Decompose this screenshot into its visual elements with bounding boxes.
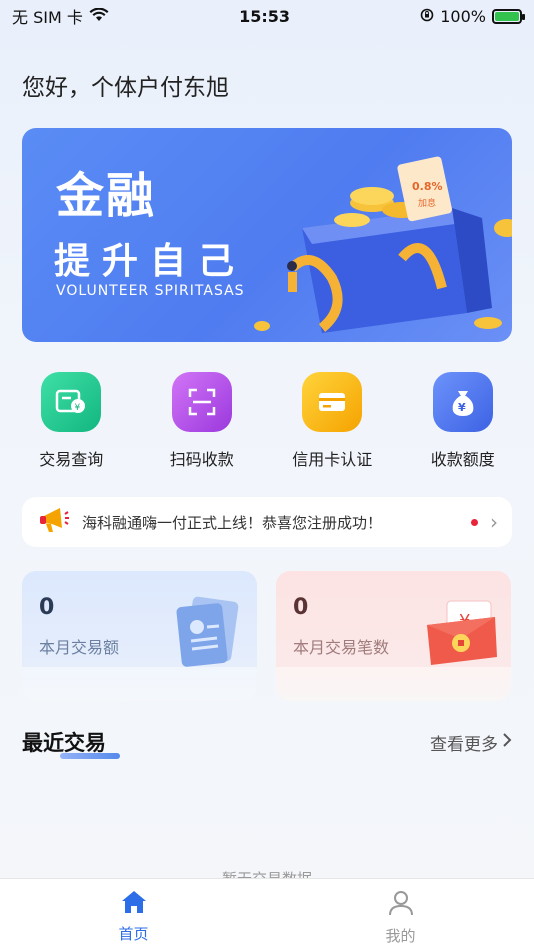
monthly-count-label: 本月交易笔数: [293, 638, 390, 657]
user-icon: [387, 889, 415, 921]
status-time: 15:53: [239, 6, 291, 26]
quick-menu: ¥ 交易查询 扫码收款 信用卡认证 ¥ 收款额度: [0, 372, 534, 476]
monthly-count-value: 0: [293, 595, 309, 620]
svg-text:¥: ¥: [75, 403, 81, 413]
megaphone-icon: [38, 506, 70, 538]
chevron-right-icon: [502, 732, 512, 753]
recent-title: 最近交易: [22, 727, 120, 759]
view-more-label: 查看更多: [430, 734, 498, 755]
home-icon: [120, 889, 148, 919]
monthly-amount-value: 0: [39, 595, 55, 620]
notice-unread-dot: [471, 518, 478, 526]
card-footer: [22, 667, 257, 701]
view-more-link[interactable]: 查看更多: [430, 730, 512, 755]
tab-home-label: 首页: [118, 925, 149, 943]
banner-title: 金融: [56, 168, 157, 224]
money-bag-icon: ¥: [432, 372, 493, 432]
tab-bar: 首页 我的: [0, 878, 534, 950]
card-footer: [276, 667, 511, 701]
transaction-query-icon: ¥: [41, 372, 102, 432]
quick-credit-card[interactable]: 信用卡认证: [277, 372, 387, 476]
quick-collect-limit[interactable]: ¥ 收款额度: [408, 372, 518, 476]
quick-scan-collect[interactable]: 扫码收款: [147, 372, 257, 476]
tab-mine[interactable]: 我的: [267, 879, 534, 950]
wifi-icon: [89, 7, 109, 26]
quick-label: 收款额度: [430, 450, 495, 469]
battery-icon: [491, 8, 525, 24]
quick-label: 信用卡认证: [292, 450, 373, 469]
battery-percent: 100%: [440, 6, 486, 26]
notice-text: 海科融通嗨一付正式上线！恭喜您注册成功！: [82, 513, 383, 532]
scan-collect-icon: [171, 372, 232, 432]
tab-mine-label: 我的: [385, 927, 416, 945]
quick-label: 扫码收款: [169, 450, 234, 469]
monthly-amount-label: 本月交易额: [39, 638, 120, 657]
status-bar: 无 SIM 卡 15:53 100%: [0, 0, 534, 32]
quick-transaction-query[interactable]: ¥ 交易查询: [16, 372, 126, 476]
greeting-text: 您好，个体户付东旭: [22, 75, 229, 101]
status-left: 无 SIM 卡: [12, 4, 109, 28]
banner-badge-rate: 0.8%: [412, 180, 443, 193]
banner-english-text: VOLUNTEER SPIRITASAS: [56, 283, 245, 299]
monthly-count-card[interactable]: 0 本月交易笔数 ¥: [276, 571, 511, 701]
orientation-lock-icon: [420, 7, 434, 26]
carrier-text: 无 SIM 卡: [12, 8, 83, 27]
tab-home[interactable]: 首页: [0, 879, 267, 950]
red-envelope-icon: ¥: [427, 600, 497, 665]
gift-box-illustration: 0.8% 加息: [254, 156, 512, 333]
status-right: 100%: [420, 6, 525, 26]
credit-card-icon: [302, 372, 363, 432]
chevron-right-icon: ›: [490, 510, 498, 534]
monthly-amount-card[interactable]: 0 本月交易额: [22, 571, 257, 701]
banner-subtitle: 提升自己: [54, 241, 247, 282]
banner-badge-text: 加息: [418, 197, 436, 209]
document-icon: [176, 596, 239, 667]
notice-bar[interactable]: 海科融通嗨一付正式上线！恭喜您注册成功！ ›: [22, 497, 512, 547]
promo-banner[interactable]: 金融 提升自己 VOLUNTEER SPIRITASAS 0.8% 加息: [22, 128, 512, 342]
svg-text:¥: ¥: [458, 401, 466, 414]
recent-header: 最近交易 查看更多: [22, 727, 512, 759]
quick-label: 交易查询: [39, 450, 104, 469]
